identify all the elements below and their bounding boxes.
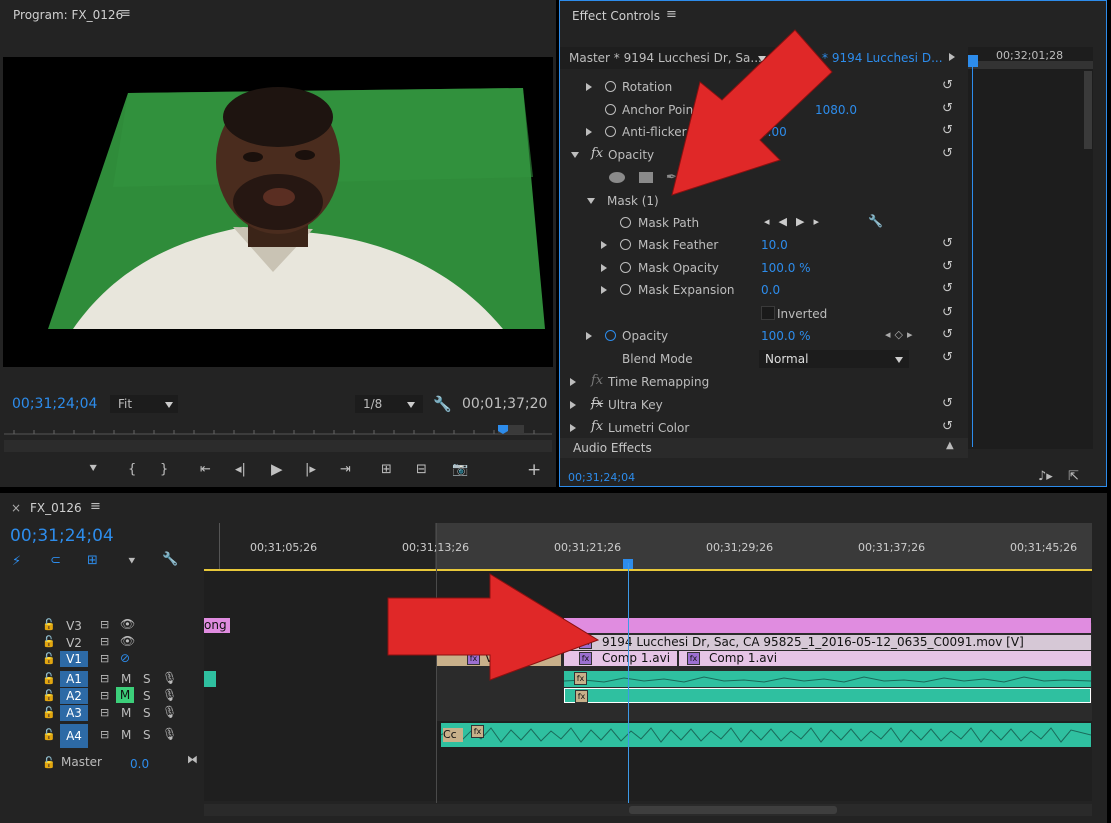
annotation-arrow-timeline: [387, 573, 600, 681]
annotation-overlay: [387, 29, 833, 681]
annotation-arrow-effect-controls: [671, 29, 833, 196]
